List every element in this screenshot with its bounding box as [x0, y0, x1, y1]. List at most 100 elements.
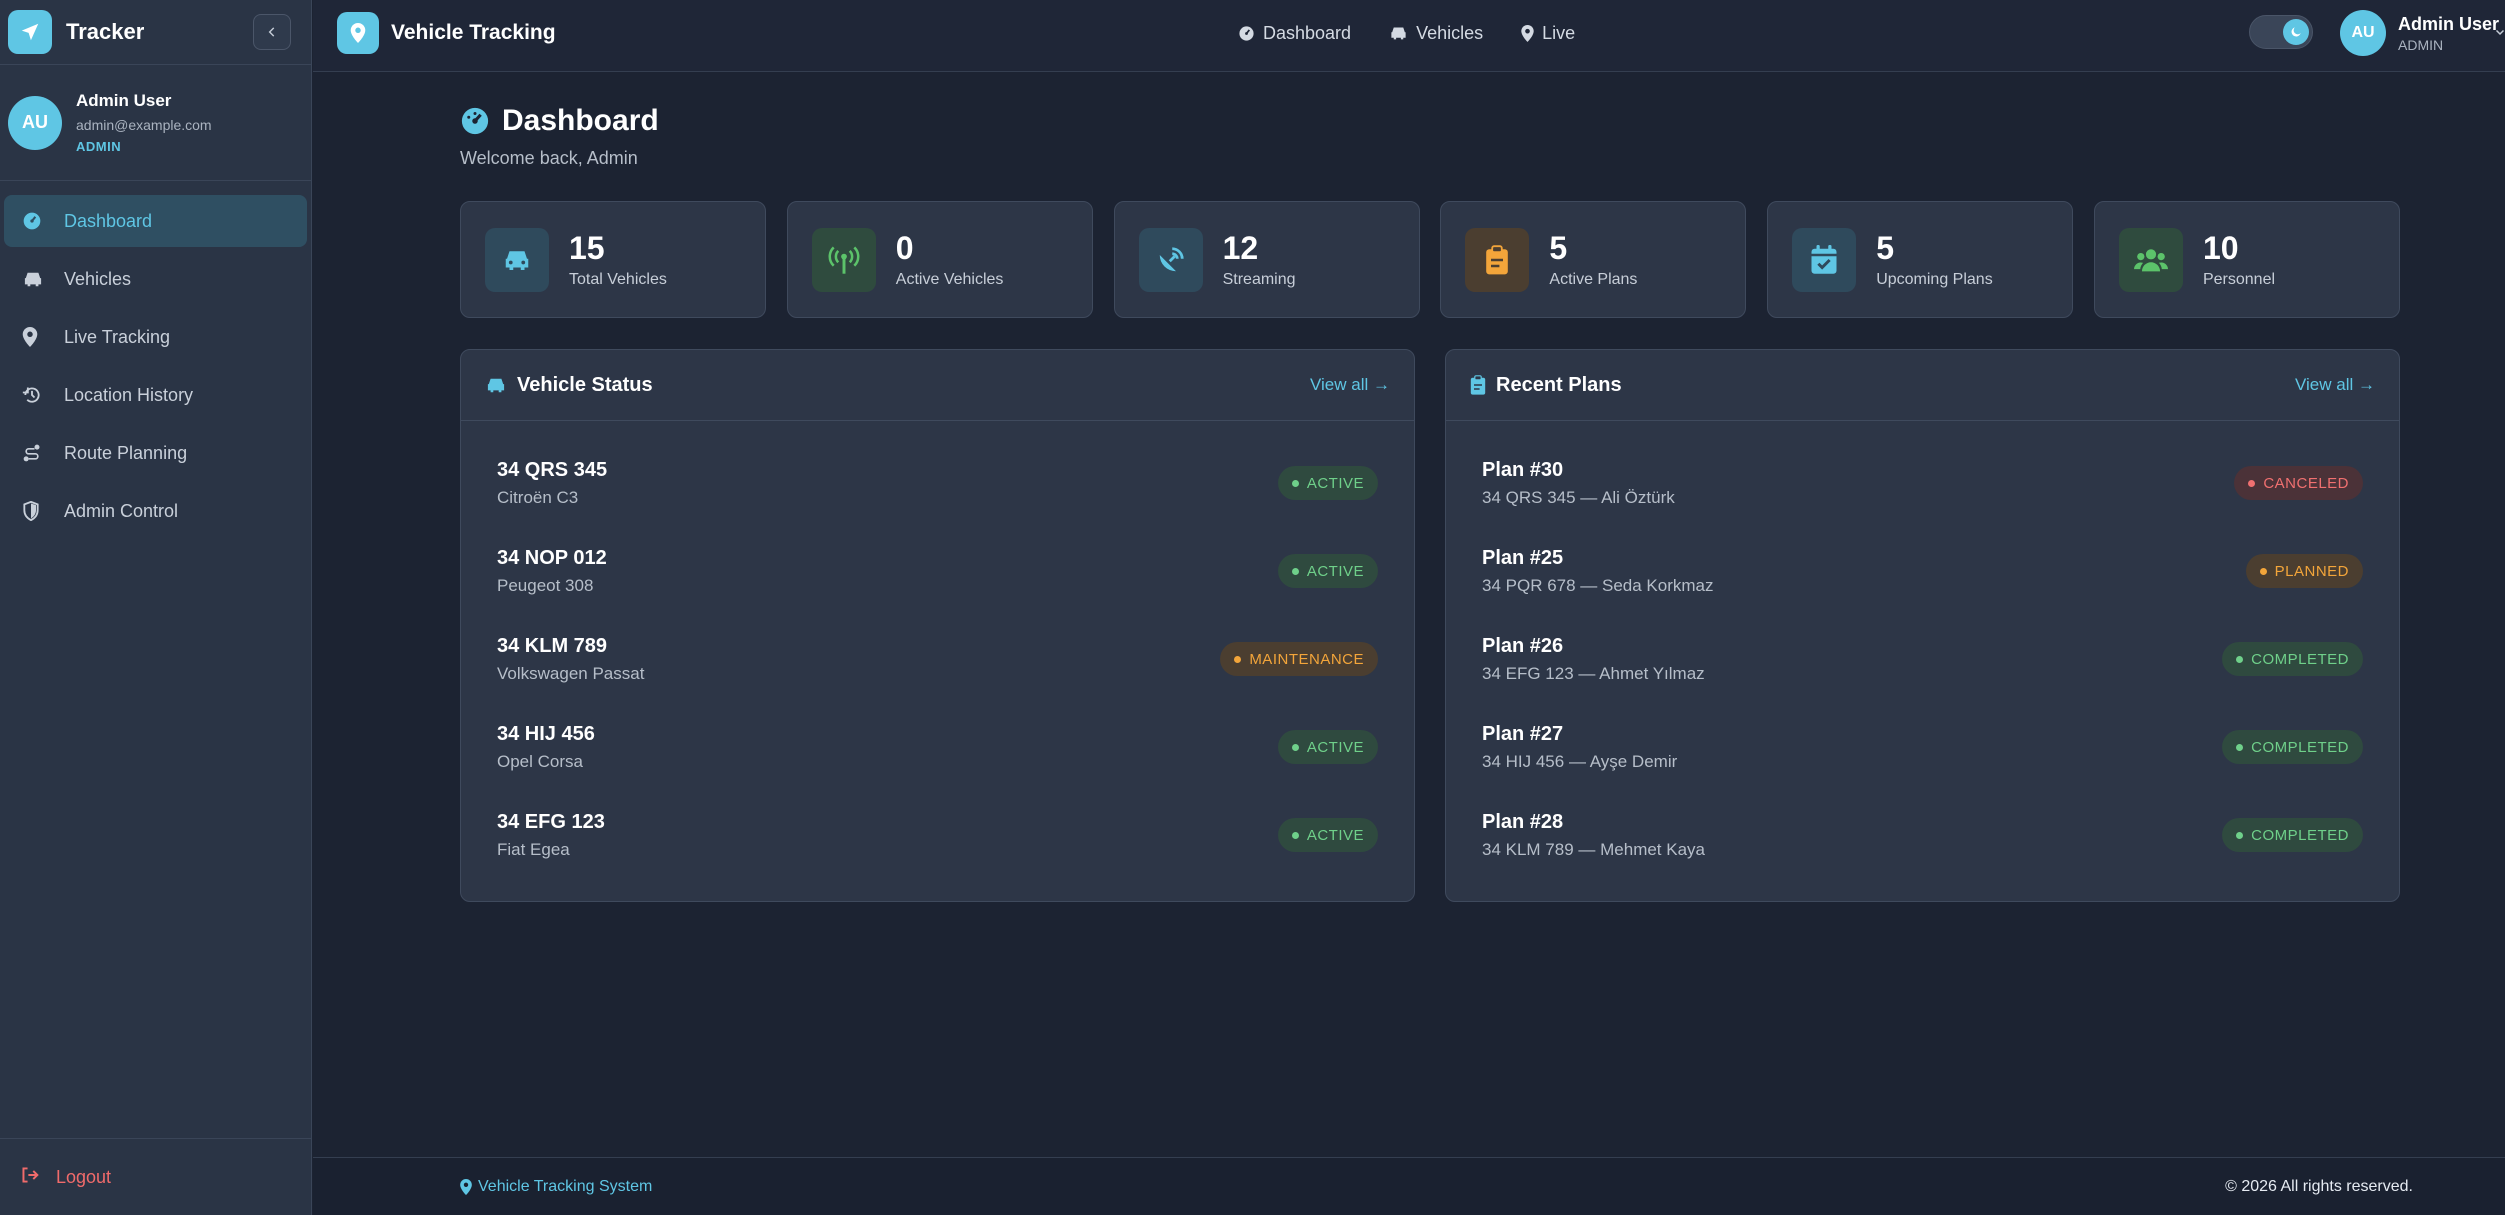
stat-value: 0	[895, 230, 914, 266]
topbar: Vehicle Tracking Dashboard Vehicles Live…	[313, 0, 2505, 72]
status-badge: COMPLETED	[2222, 642, 2363, 676]
topbar-brand[interactable]: Vehicle Tracking	[337, 12, 556, 54]
stat-label: Personnel	[2202, 271, 2276, 288]
broadcast-icon	[811, 227, 876, 292]
app-title: Vehicle Tracking	[391, 21, 556, 44]
logout-button[interactable]: Logout	[0, 1138, 311, 1215]
list-item[interactable]: Plan #28 34 KLM 789 — Mehmet Kaya COMPLE…	[1482, 791, 2363, 879]
status-badge: ACTIVE	[1277, 730, 1378, 764]
chevron-down-icon[interactable]	[2494, 25, 2505, 41]
stat-value: 5	[1549, 230, 1568, 266]
stats-row: 15 Total Vehicles 0 Active Vehicles 12 S…	[460, 201, 2400, 318]
plan-detail: 34 QRS 345 — Ali Öztürk	[1482, 487, 1675, 507]
stat-value: 12	[1222, 230, 1259, 266]
sidebar-nav: Dashboard Vehicles Live Tracking Locatio…	[0, 181, 311, 557]
plan-list: Plan #30 34 QRS 345 — Ali Öztürk CANCELE…	[1446, 421, 2399, 879]
copyright: © 2026 All rights reserved.	[2225, 1178, 2413, 1195]
page-heading: Dashboard	[502, 104, 659, 137]
plan-detail: 34 HIJ 456 — Ayşe Demir	[1482, 751, 1678, 771]
sidebar-item-label: Route Planning	[64, 442, 188, 463]
vehicle-plate: 34 QRS 345	[497, 458, 608, 481]
map-pin-icon	[1521, 24, 1534, 42]
map-pin-icon	[460, 1179, 472, 1195]
theme-toggle[interactable]	[2249, 15, 2313, 49]
topnav-vehicles[interactable]: Vehicles	[1389, 23, 1483, 44]
plan-title: Plan #30	[1482, 458, 1564, 481]
plan-title: Plan #28	[1482, 810, 1564, 833]
stat-card-upcoming-plans: 5 Upcoming Plans	[1767, 201, 2074, 318]
logout-icon	[20, 1166, 40, 1189]
gauge-icon	[1239, 25, 1254, 41]
list-item[interactable]: 34 KLM 789 Volkswagen Passat MAINTENANCE	[497, 615, 1378, 703]
list-item[interactable]: Plan #27 34 HIJ 456 — Ayşe Demir COMPLET…	[1482, 703, 2363, 791]
collapse-sidebar-button[interactable]	[253, 14, 291, 50]
stat-label: Streaming	[1222, 271, 1296, 288]
user-menu[interactable]: AU Admin User ADMIN	[2340, 10, 2499, 56]
gauge-icon	[22, 211, 48, 231]
recent-plans-panel: Recent Plans View all → Plan #30 34 QRS …	[1445, 349, 2400, 902]
status-badge: COMPLETED	[2222, 818, 2363, 852]
plan-detail: 34 PQR 678 — Seda Korkmaz	[1482, 575, 1714, 595]
history-icon	[22, 385, 48, 405]
topnav-label: Dashboard	[1263, 22, 1352, 43]
plan-title: Plan #25	[1482, 546, 1564, 569]
satellite-dish-icon	[1138, 227, 1203, 292]
plan-detail: 34 KLM 789 — Mehmet Kaya	[1482, 839, 1706, 859]
sidebar-item-live-tracking[interactable]: Live Tracking	[4, 311, 307, 363]
moon-icon	[2283, 19, 2309, 45]
sidebar-user-card: AU Admin User admin@example.com ADMIN	[0, 65, 311, 181]
topnav-live[interactable]: Live	[1521, 23, 1575, 44]
panel-title: Vehicle Status	[517, 373, 653, 396]
map-pin-icon	[337, 12, 379, 54]
avatar: AU	[2340, 10, 2386, 56]
sidebar-item-vehicles[interactable]: Vehicles	[4, 253, 307, 305]
stat-card-personnel: 10 Personnel	[2093, 201, 2400, 318]
vehicle-status-panel: Vehicle Status View all → 34 QRS 345 Cit…	[460, 349, 1415, 902]
stat-label: Total Vehicles	[569, 271, 667, 288]
stat-value: 5	[1876, 230, 1894, 266]
car-icon	[1391, 27, 1406, 40]
vehicle-plate: 34 EFG 123	[497, 810, 605, 833]
topnav-dashboard[interactable]: Dashboard	[1238, 23, 1351, 44]
sidebar-item-label: Vehicles	[64, 268, 132, 289]
sidebar-item-route-planning[interactable]: Route Planning	[4, 427, 307, 479]
brand-name: Tracker	[66, 19, 145, 44]
topbar-nav: Dashboard Vehicles Live	[1238, 0, 1613, 66]
sidebar-item-admin-control[interactable]: Admin Control	[4, 485, 307, 537]
stat-label: Upcoming Plans	[1876, 271, 1993, 288]
status-badge: ACTIVE	[1277, 554, 1378, 588]
sidebar-item-dashboard[interactable]: Dashboard	[4, 195, 307, 247]
sidebar: Tracker AU Admin User admin@example.com …	[0, 0, 312, 1215]
page-title: Dashboard	[460, 104, 659, 138]
sidebar-item-label: Live Tracking	[64, 326, 171, 347]
gauge-icon	[461, 107, 489, 135]
list-item[interactable]: Plan #25 34 PQR 678 — Seda Korkmaz PLANN…	[1482, 527, 2363, 615]
vehicle-model: Peugeot 308	[497, 575, 594, 595]
vehicle-list: 34 QRS 345 Citroën C3 ACTIVE 34 NOP 012 …	[461, 421, 1414, 879]
footer-brand: Vehicle Tracking System	[478, 1178, 653, 1195]
view-all-vehicles-link[interactable]: View all →	[1310, 375, 1390, 395]
vehicle-plate: 34 KLM 789	[497, 634, 608, 657]
list-item[interactable]: 34 HIJ 456 Opel Corsa ACTIVE	[497, 703, 1378, 791]
list-item[interactable]: 34 EFG 123 Fiat Egea ACTIVE	[497, 791, 1378, 879]
view-all-plans-link[interactable]: View all →	[2295, 375, 2375, 395]
user-email: admin@example.com	[76, 117, 212, 133]
user-role: ADMIN	[76, 139, 122, 154]
route-icon	[22, 443, 48, 463]
list-item[interactable]: Plan #26 34 EFG 123 — Ahmet Yılmaz COMPL…	[1482, 615, 2363, 703]
location-arrow-icon	[8, 10, 52, 54]
status-badge: COMPLETED	[2222, 730, 2363, 764]
topnav-label: Vehicles	[1416, 22, 1484, 43]
panel-header: Vehicle Status View all →	[461, 350, 1414, 421]
list-item[interactable]: 34 NOP 012 Peugeot 308 ACTIVE	[497, 527, 1378, 615]
clipboard-icon	[1465, 227, 1530, 292]
sidebar-item-location-history[interactable]: Location History	[4, 369, 307, 421]
plan-title: Plan #27	[1482, 722, 1564, 745]
list-item[interactable]: Plan #30 34 QRS 345 — Ali Öztürk CANCELE…	[1482, 439, 2363, 527]
panels-row: Vehicle Status View all → 34 QRS 345 Cit…	[460, 349, 2400, 902]
list-item[interactable]: 34 QRS 345 Citroën C3 ACTIVE	[497, 439, 1378, 527]
logout-label: Logout	[56, 1166, 112, 1187]
car-icon	[22, 270, 48, 288]
footer-brand-link[interactable]: Vehicle Tracking System	[460, 1178, 652, 1196]
user-name: Admin User	[76, 91, 172, 110]
